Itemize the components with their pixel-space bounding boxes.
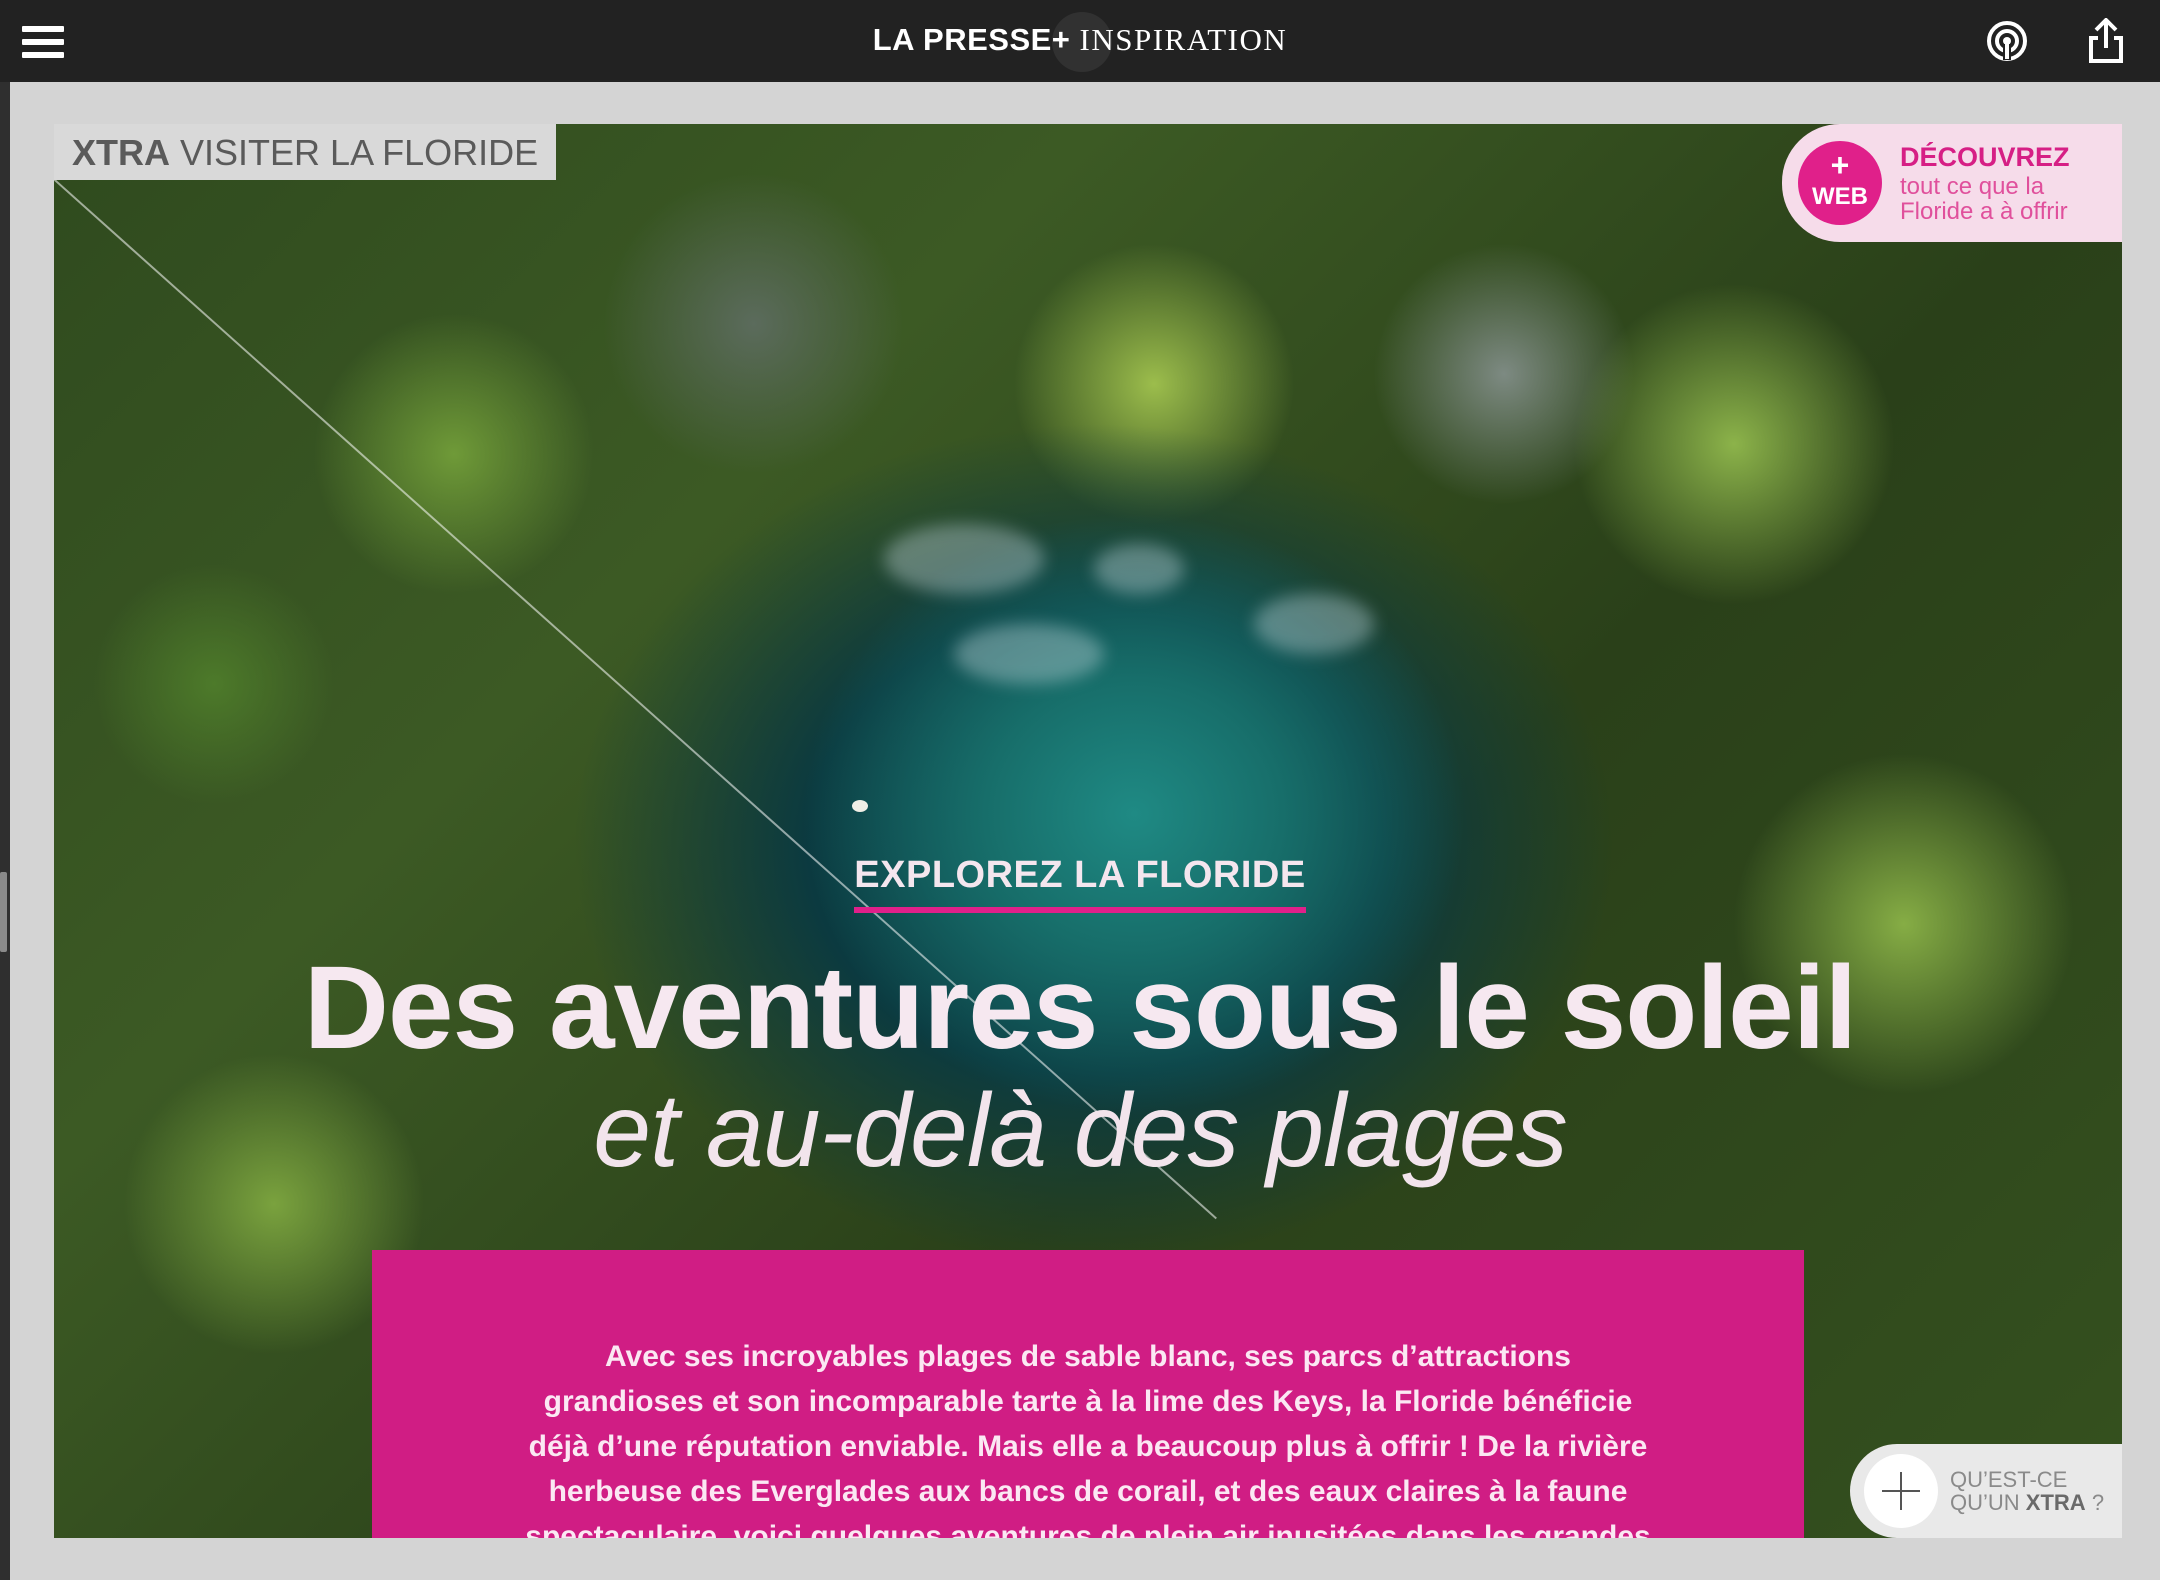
xtra-line2: QU’UN XTRA ? <box>1950 1491 2104 1514</box>
section-tag-bold: XTRA <box>72 132 170 173</box>
left-edge <box>0 82 10 1580</box>
brand-light: INSPIRATION <box>1079 22 1288 57</box>
podcast-icon[interactable] <box>1986 20 2028 62</box>
web-promo-subtitle: tout ce que la Floride a à offrir <box>1900 173 2068 225</box>
plus-icon <box>1864 1454 1938 1528</box>
cloud-reflection <box>1254 594 1374 654</box>
web-promo-button[interactable]: + WEB DÉCOUVREZ tout ce que la Floride a… <box>1782 124 2122 242</box>
cloud-reflection <box>1094 544 1184 594</box>
section-tag-label: VISITER LA FLORIDE <box>180 132 539 173</box>
cloud-reflection <box>884 524 1044 594</box>
article-subheadline: et au-delà des plages <box>593 1073 1568 1189</box>
xtra-line1: QU’EST-CE <box>1950 1467 2068 1492</box>
xtra-line2-prefix: QU’UN <box>1950 1490 2020 1515</box>
web-promo-title: DÉCOUVREZ <box>1900 142 2070 172</box>
intro-text: Avec ses incroyables plages de sable bla… <box>525 1340 1651 1538</box>
section-tag: XTRA VISITER LA FLORIDE <box>54 124 557 180</box>
what-is-xtra-label: QU’EST-CE QU’UN XTRA ? <box>1950 1468 2104 1514</box>
plus-web-badge: + WEB <box>1798 141 1882 225</box>
xtra-line2-suffix: ? <box>2091 1490 2105 1515</box>
xtra-line2-bold: XTRA <box>2025 1490 2086 1515</box>
app-title: LA PRESSE+ INSPIRATION <box>0 22 2160 58</box>
article-kicker: EXPLOREZ LA FLORIDE <box>0 854 2160 913</box>
kicker-text: EXPLOREZ LA FLORIDE <box>854 854 1306 913</box>
zipline-rider <box>852 800 868 812</box>
plus-icon: + <box>1830 147 1850 183</box>
intro-box: Avec ses incroyables plages de sable bla… <box>372 1250 1804 1538</box>
article-headline: Des aventures sous le soleil <box>303 942 1858 1074</box>
top-app-bar: LA PRESSE+ INSPIRATION <box>0 0 2160 82</box>
web-label: WEB <box>1812 183 1868 210</box>
what-is-xtra-button[interactable]: QU’EST-CE QU’UN XTRA ? <box>1850 1444 2122 1538</box>
cloud-reflection <box>954 624 1104 684</box>
brand-bold: LA PRESSE+ <box>872 22 1071 57</box>
share-icon[interactable] <box>2088 18 2124 64</box>
